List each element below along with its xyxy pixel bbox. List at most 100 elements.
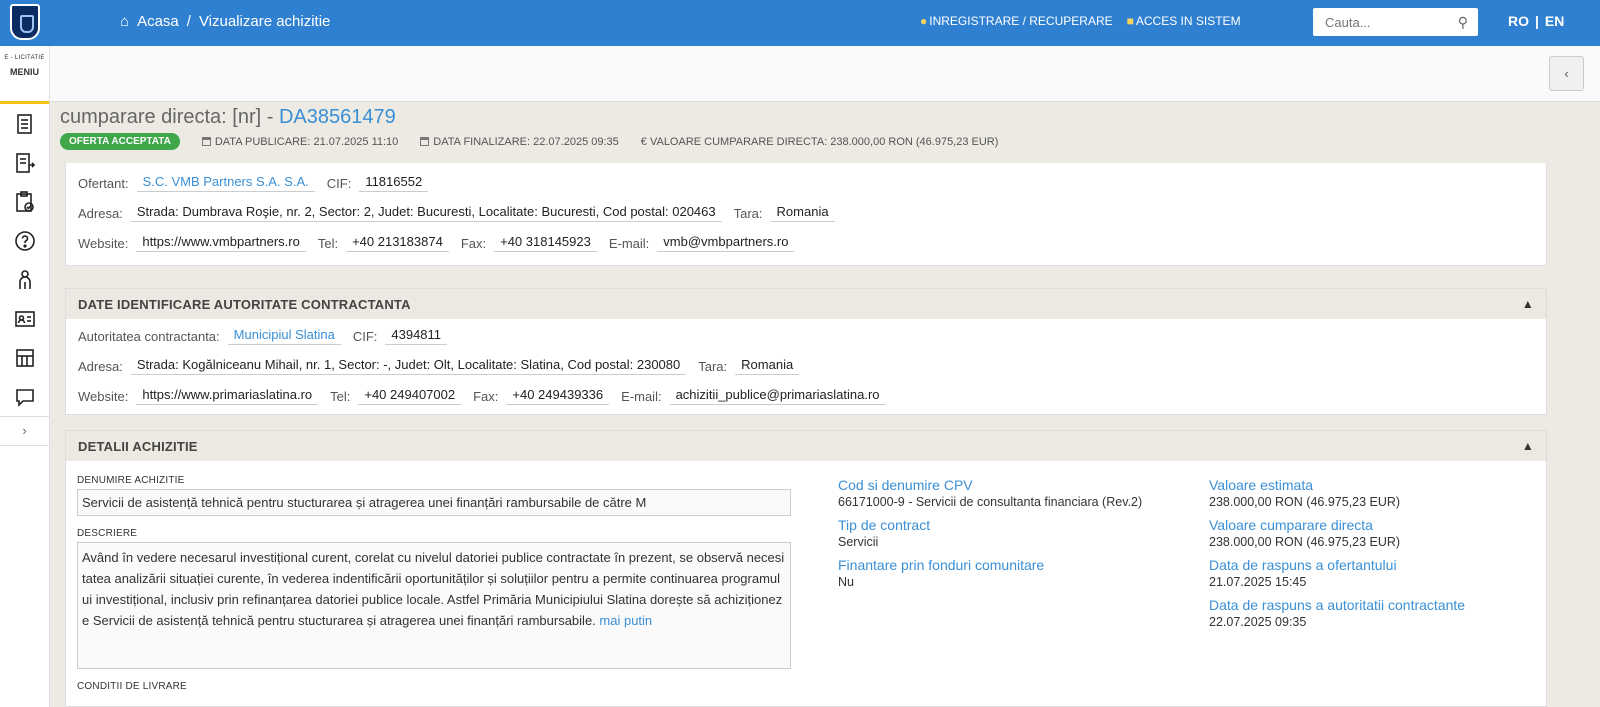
lock-icon: ■ <box>1126 14 1134 28</box>
supplier-tel: +40 213183874 <box>346 234 449 252</box>
publish-date: DATA PUBLICARE: 21.07.2025 11:10 <box>201 136 398 148</box>
calendar-icon <box>201 137 211 146</box>
authority-panel-header[interactable]: DATE IDENTIFICARE AUTORITATE CONTRACTANT… <box>66 289 1546 319</box>
supplier-response-date-title: Data de raspuns a ofertantului <box>1209 557 1397 573</box>
search-icon[interactable]: ⚲ <box>1458 14 1468 31</box>
calendar-icon <box>420 137 430 146</box>
procurement-details-panel: DETALII ACHIZITIE ▲ DENUMIRE ACHIZITIE S… <box>65 430 1547 707</box>
details-middle-column: Cod si denumire CPV 66171000-9 - Servici… <box>838 471 1158 591</box>
authority-name-link[interactable]: Municipiul Slatina <box>227 327 341 345</box>
procurement-header: cumparare directa: [nr] - DA38561479 OFE… <box>60 106 1590 150</box>
lang-ro[interactable]: RO <box>1508 13 1529 29</box>
address-label: Adresa: <box>78 358 123 374</box>
country-label: Tara: <box>733 205 763 221</box>
email-label: E-mail: <box>621 388 662 404</box>
breadcrumb-current: Vizualizare achizitie <box>198 13 331 30</box>
cif-label: CIF: <box>326 175 352 191</box>
help-icon[interactable] <box>0 221 49 260</box>
supplier-label: Ofertant: <box>78 175 129 191</box>
email-label: E-mail: <box>608 235 650 251</box>
supplier-fax: +40 318145923 <box>494 234 597 252</box>
estimated-value: 238.000,00 RON (46.975,23 EUR) <box>1209 495 1401 509</box>
contract-type-value: Servicii <box>838 535 879 549</box>
menu-header[interactable]: E - LICITATIE MENIU <box>0 46 49 104</box>
lang-separator: | <box>1535 13 1539 29</box>
estimated-value-title: Valoare estimata <box>1209 477 1314 493</box>
country-label: Tara: <box>698 358 728 374</box>
authority-section-title: DATE IDENTIFICARE AUTORITATE CONTRACTANT… <box>78 296 411 312</box>
toolbar: ‹ <box>50 46 1600 102</box>
chevron-up-icon[interactable]: ▲ <box>1522 297 1534 311</box>
top-navbar: ⌂ Acasa / Vizualizare achizitie ● INREGIS… <box>0 0 1600 46</box>
authority-row-1: Autoritatea contractanta: Municipiul Sla… <box>66 321 1546 351</box>
show-less-link[interactable]: mai putin <box>599 613 652 628</box>
supplier-response-date: 21.07.2025 15:45 <box>1209 575 1307 589</box>
register-link[interactable]: ● INREGISTRARE / RECUPERARE <box>920 14 1113 28</box>
clipboard-check-icon[interactable] <box>0 182 49 221</box>
delivery-conditions-label: CONDITII DE LIVRARE <box>77 681 187 692</box>
search-input[interactable] <box>1323 13 1447 31</box>
id-card-icon[interactable] <box>0 299 49 338</box>
description-field: Având în vedere necesarul investițional … <box>77 542 791 669</box>
authority-row-3: Website: https://www.primariaslatina.ro … <box>66 381 1546 411</box>
register-link-label: INREGISTRARE / RECUPERARE <box>929 14 1113 28</box>
authority-row-2: Adresa: Strada: Kogălniceanu Mihail, nr.… <box>66 351 1546 381</box>
meta-row: OFERTA ACCEPTATA DATA PUBLICARE: 21.07.2… <box>60 133 1590 150</box>
address-label: Adresa: <box>78 205 123 221</box>
chat-icon[interactable] <box>0 377 49 416</box>
supplier-row-1: Ofertant: S.C. VMB Partners S.A. S.A. CI… <box>66 168 1546 198</box>
direct-purchase-value: € VALOARE CUMPARARE DIRECTA: 238.000,00 … <box>640 135 999 148</box>
details-right-column: Valoare estimata 238.000,00 RON (46.975,… <box>1209 471 1529 631</box>
details-section-title: DETALII ACHIZITIE <box>78 438 198 454</box>
lang-en[interactable]: EN <box>1545 13 1564 29</box>
status-badge: OFERTA ACCEPTATA <box>60 133 180 150</box>
authority-panel: DATE IDENTIFICARE AUTORITATE CONTRACTANT… <box>65 288 1547 415</box>
direct-purchase-value-amount: 238.000,00 RON (46.975,23 EUR) <box>1209 535 1401 549</box>
person-icon[interactable] <box>0 260 49 299</box>
home-icon[interactable]: ⌂ <box>120 13 129 30</box>
chevron-left-icon: ‹ <box>1564 66 1569 81</box>
website-label: Website: <box>78 388 129 404</box>
procurement-code: DA38561479 <box>278 106 396 128</box>
breadcrumb: ⌂ Acasa / Vizualizare achizitie <box>120 13 330 30</box>
details-left-column: DENUMIRE ACHIZITIE Servicii de asistență… <box>77 475 791 695</box>
authority-country: Romania <box>735 357 800 375</box>
cif-label: CIF: <box>352 328 378 344</box>
document-icon[interactable] <box>0 104 49 143</box>
back-button[interactable]: ‹ <box>1549 56 1584 91</box>
list-export-icon[interactable] <box>0 143 49 182</box>
authority-cif: 4394811 <box>385 327 448 345</box>
breadcrumb-home-link[interactable]: Acasa <box>137 13 179 30</box>
chevron-up-icon[interactable]: ▲ <box>1522 439 1534 453</box>
search-box: ⚲ <box>1313 8 1478 36</box>
tel-label: Tel: <box>330 388 351 404</box>
authority-address: Strada: Kogălniceanu Mihail, nr. 1, Sect… <box>130 357 687 375</box>
brand-small: E - LICITATIE <box>4 55 45 61</box>
sidebar-expand-button[interactable]: › <box>0 416 49 446</box>
name-field-label: DENUMIRE ACHIZITIE <box>77 475 185 486</box>
eu-funding-title: Finantare prin fonduri comunitare <box>838 557 1045 573</box>
user-icon: ● <box>920 14 928 28</box>
supplier-row-2: Adresa: Strada: Dumbrava Roşie, nr. 2, S… <box>66 198 1546 228</box>
contract-type-title: Tip de contract <box>838 517 931 533</box>
procurement-name-field: Servicii de asistență tehnică pentru stu… <box>77 489 791 516</box>
login-link[interactable]: ■ ACCES IN SISTEM <box>1127 14 1241 28</box>
page-title: cumparare directa: [nr] - DA38561479 <box>60 106 1590 129</box>
tel-label: Tel: <box>317 235 339 251</box>
supplier-panel: Ofertant: S.C. VMB Partners S.A. S.A. CI… <box>65 163 1547 266</box>
supplier-email: vmb@vmbpartners.ro <box>657 234 795 252</box>
supplier-country: Romania <box>770 204 835 222</box>
supplier-name-link[interactable]: S.C. VMB Partners S.A. S.A. <box>136 174 315 192</box>
language-switcher: RO | EN <box>1508 13 1564 29</box>
menu-label: MENIU <box>10 67 39 77</box>
login-link-label: ACCES IN SISTEM <box>1135 14 1241 28</box>
site-logo[interactable] <box>10 4 40 40</box>
eu-funding-value: Nu <box>838 575 854 589</box>
fax-label: Fax: <box>473 388 499 404</box>
description-text: Având în vedere necesarul investițional … <box>82 550 785 628</box>
store-icon[interactable] <box>0 338 49 377</box>
cpv-title: Cod si denumire CPV <box>838 477 973 493</box>
finalize-date: DATA FINALIZARE: 22.07.2025 09:35 <box>420 136 619 148</box>
fax-label: Fax: <box>460 235 487 251</box>
details-panel-header[interactable]: DETALII ACHIZITIE ▲ <box>66 431 1546 461</box>
